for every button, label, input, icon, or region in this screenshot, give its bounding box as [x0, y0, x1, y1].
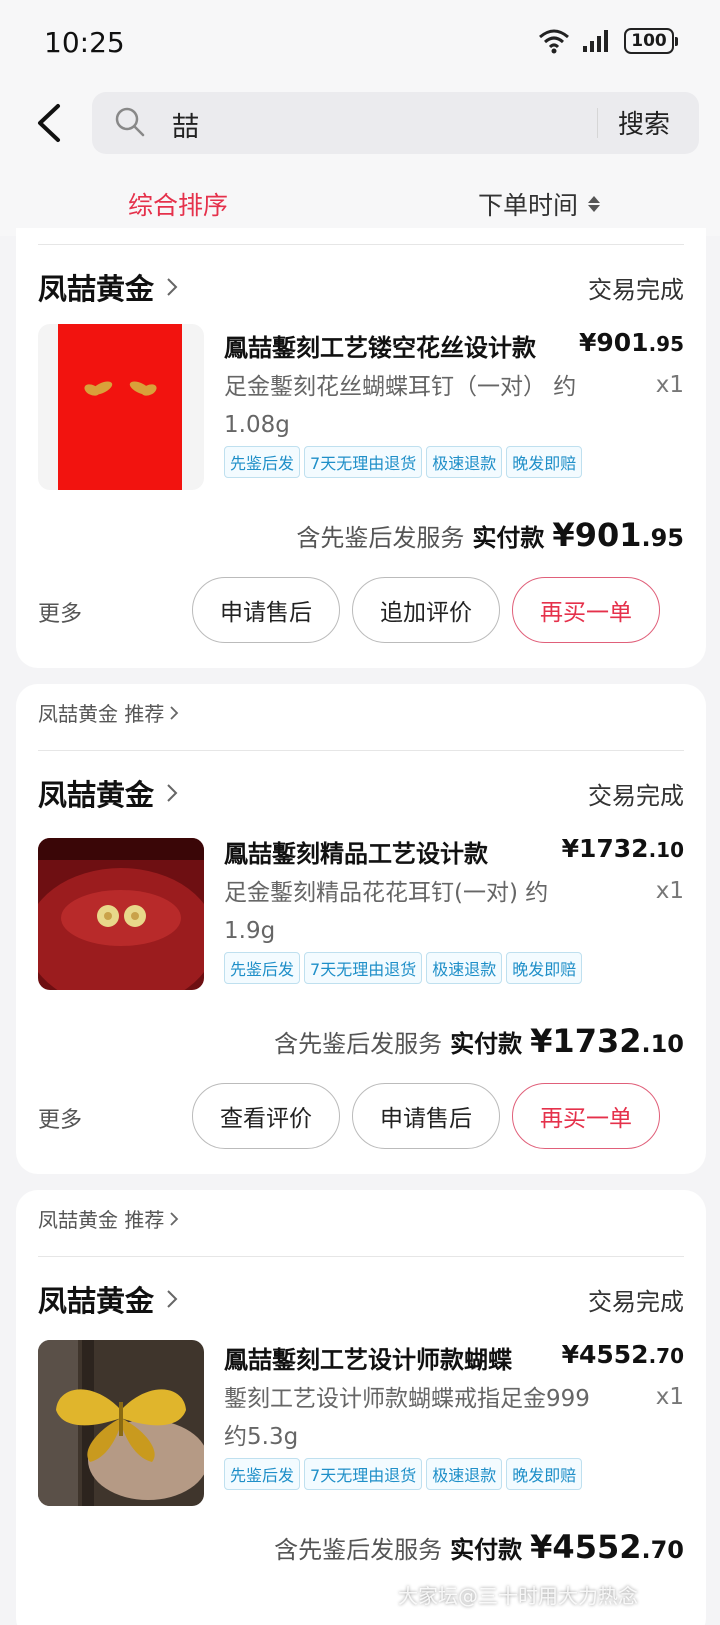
service-tags: 先鉴后发 7天无理由退货 极速退款 晚发即赔 — [224, 446, 583, 478]
card-divider — [38, 244, 684, 245]
shop-row: 凤喆黄金 交易完成 — [38, 266, 684, 312]
shop-row: 凤喆黄金 交易完成 — [38, 772, 684, 818]
service-tag: 晚发即赔 — [506, 1458, 583, 1490]
product-price: ¥1732.10 — [561, 834, 684, 863]
shop-recommend-link[interactable]: 凤喆黄金 推荐 — [38, 1204, 179, 1233]
product-image[interactable] — [38, 1340, 204, 1506]
back-arrow-icon[interactable] — [30, 100, 70, 146]
add-review-button[interactable]: 追加评价 — [352, 577, 500, 643]
product-price: ¥4552.70 — [561, 1340, 684, 1369]
search-query[interactable]: 喆 — [172, 105, 199, 144]
paid-service-note: 含先鉴后发服务 — [274, 1030, 443, 1058]
after-sales-button[interactable]: 申请售后 — [352, 1083, 500, 1149]
earring-photo — [38, 838, 204, 990]
product-price: ¥901.95 — [578, 328, 684, 357]
sort-order-time-tab[interactable]: 下单时间 — [478, 186, 601, 222]
shop-name-link[interactable]: 凤喆黄金 — [38, 1278, 178, 1320]
shop-name-link[interactable]: 凤喆黄金 — [38, 772, 178, 814]
product-quantity: x1 — [655, 372, 684, 398]
card-divider — [38, 750, 684, 751]
shop-recommend-label: 凤喆黄金 推荐 — [38, 702, 165, 726]
order-status: 交易完成 — [588, 276, 684, 304]
paid-amount-row: 含先鉴后发服务 实付款 ¥1732.10 — [274, 1022, 684, 1060]
service-tag: 晚发即赔 — [506, 446, 583, 478]
more-button[interactable]: 更多 — [38, 1102, 82, 1134]
paid-label: 实付款 — [450, 1536, 523, 1564]
product-title[interactable]: 鳳喆鏨刻工艺设计师款蝴蝶 — [224, 1340, 524, 1375]
service-tag: 7天无理由退货 — [304, 1458, 423, 1490]
chevron-right-icon — [167, 278, 178, 296]
product-title[interactable]: 鳳喆鏨刻工艺镂空花丝设计款 — [224, 328, 544, 363]
service-tag: 极速退款 — [426, 446, 503, 478]
paid-amount-row: 含先鉴后发服务 实付款 ¥901.95 — [296, 516, 684, 554]
watermark: 大家坛@三十时用大力热念 — [398, 1584, 638, 1608]
shop-name-link[interactable]: 凤喆黄金 — [38, 266, 178, 308]
buy-again-button[interactable]: 再买一单 — [512, 577, 660, 643]
paid-amount: ¥901.95 — [552, 516, 684, 554]
sort-arrows-icon — [588, 196, 601, 212]
order-status: 交易完成 — [588, 782, 684, 810]
paid-label: 实付款 — [450, 1030, 523, 1058]
ring-photo — [38, 1340, 204, 1506]
service-tag: 7天无理由退货 — [304, 446, 423, 478]
shop-recommend-link[interactable]: 凤喆黄金 推荐 — [38, 698, 179, 727]
card-divider — [38, 1256, 684, 1257]
product-title[interactable]: 鳳喆鏨刻精品工艺设计款 — [224, 834, 524, 869]
shop-row: 凤喆黄金 交易完成 — [38, 1278, 684, 1324]
search-bar: 喆 搜索 — [0, 88, 720, 180]
order-card: 凤喆黄金 推荐 凤喆黄金 交易完成 鳳喆鏨刻工艺设计师款蝴蝶 ¥4552.70 … — [16, 1190, 706, 1625]
wifi-icon — [539, 29, 569, 54]
paid-label: 实付款 — [472, 524, 545, 552]
service-tag: 先鉴后发 — [224, 952, 301, 984]
battery-icon: 100 — [624, 28, 678, 54]
earring-photo — [58, 324, 182, 490]
order-card: 凤喆黄金 交易完成 鳳喆鏨刻工艺镂空花丝设计款 ¥901.95 足金鏨刻花丝蝴蝶… — [16, 228, 706, 668]
chevron-right-icon — [167, 1290, 178, 1308]
service-tag: 极速退款 — [426, 952, 503, 984]
product-spec: 足金鏨刻花丝蝴蝶耳钉（一对） 约1.08g — [224, 374, 577, 438]
chevron-right-icon — [170, 705, 179, 720]
search-input[interactable]: 喆 搜索 — [92, 92, 699, 154]
order-card: 凤喆黄金 推荐 凤喆黄金 交易完成 鳳喆鏨刻精品工艺设计款 ¥1732.10 足… — [16, 684, 706, 1174]
chevron-right-icon — [170, 1211, 179, 1226]
service-tag: 晚发即赔 — [506, 952, 583, 984]
product-image[interactable] — [38, 838, 204, 990]
service-tag: 先鉴后发 — [224, 446, 301, 478]
product-spec: 足金鏨刻精品花花耳钉(一对) 约1.9g — [224, 880, 549, 944]
order-status: 交易完成 — [588, 1288, 684, 1316]
sort-comprehensive-tab[interactable]: 综合排序 — [128, 186, 228, 222]
service-tags: 先鉴后发 7天无理由退货 极速退款 晚发即赔 — [224, 952, 583, 984]
service-tag: 7天无理由退货 — [304, 952, 423, 984]
service-tag: 极速退款 — [426, 1458, 503, 1490]
shop-name: 凤喆黄金 — [38, 778, 155, 812]
paid-amount-row: 含先鉴后发服务 实付款 ¥4552.70 — [274, 1528, 684, 1566]
product-spec: 鏨刻工艺设计师款蝴蝶戒指足金999 约5.3g — [224, 1386, 590, 1450]
paid-service-note: 含先鉴后发服务 — [274, 1536, 443, 1564]
paid-amount: ¥1732.10 — [530, 1022, 684, 1060]
status-bar: 10:25 100 — [0, 0, 720, 88]
search-icon — [115, 107, 145, 137]
service-tag: 先鉴后发 — [224, 1458, 301, 1490]
product-quantity: x1 — [655, 878, 684, 904]
shop-recommend-label: 凤喆黄金 推荐 — [38, 1208, 165, 1232]
more-button[interactable]: 更多 — [38, 596, 82, 628]
after-sales-button[interactable]: 申请售后 — [192, 577, 340, 643]
buy-again-button[interactable]: 再买一单 — [512, 1083, 660, 1149]
status-icons: 100 — [538, 28, 678, 54]
paid-service-note: 含先鉴后发服务 — [296, 524, 465, 552]
chevron-right-icon — [167, 784, 178, 802]
view-review-button[interactable]: 查看评价 — [192, 1083, 340, 1149]
search-divider — [597, 108, 598, 138]
status-time: 10:25 — [44, 26, 125, 59]
paid-amount: ¥4552.70 — [530, 1528, 684, 1566]
shop-name: 凤喆黄金 — [38, 272, 155, 306]
sort-order-time-label: 下单时间 — [478, 191, 579, 220]
product-quantity: x1 — [655, 1384, 684, 1410]
service-tags: 先鉴后发 7天无理由退货 极速退款 晚发即赔 — [224, 1458, 583, 1490]
search-button[interactable]: 搜索 — [618, 104, 670, 141]
signal-icon — [583, 30, 608, 52]
product-image[interactable] — [38, 324, 204, 490]
shop-name: 凤喆黄金 — [38, 1284, 155, 1318]
